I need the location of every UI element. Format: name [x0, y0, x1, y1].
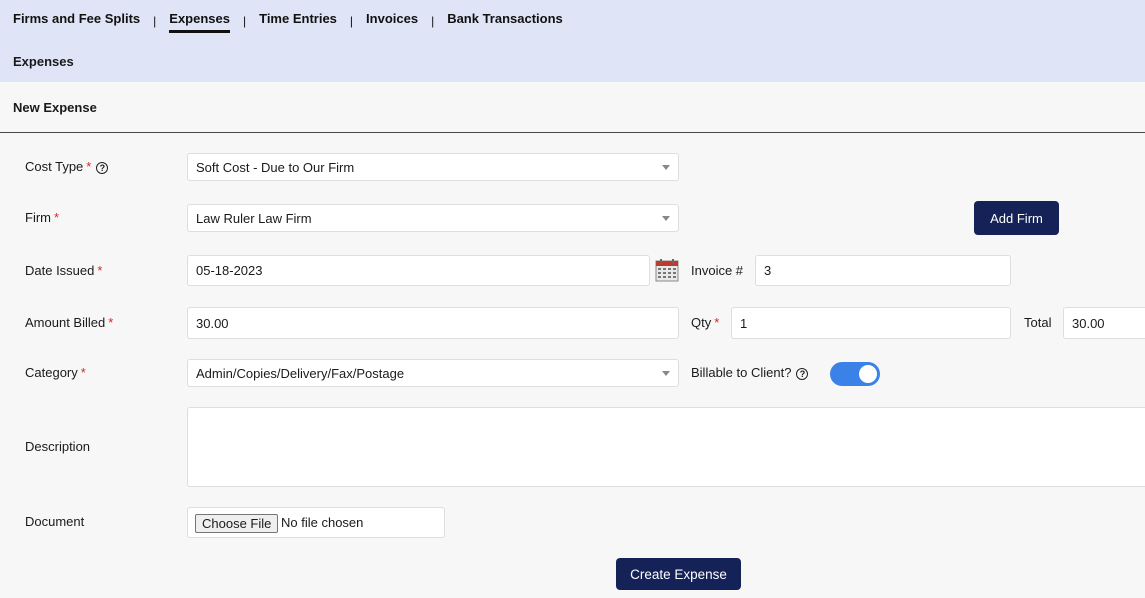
category-label: Category *	[25, 365, 86, 380]
tab-separator: |	[349, 14, 354, 28]
choose-file-button[interactable]: Choose File	[195, 514, 279, 533]
date-issued-input[interactable]: 05-18-2023	[187, 255, 650, 286]
amount-billed-value: 30.00	[196, 315, 229, 331]
tab-bank-transactions[interactable]: Bank Transactions	[447, 11, 563, 27]
top-navigation-bar: Firms and Fee Splits | Expenses | Time E…	[0, 0, 1145, 82]
required-mark: *	[80, 365, 86, 380]
create-expense-button[interactable]: Create Expense	[616, 558, 741, 590]
required-mark: *	[714, 315, 720, 330]
tab-expenses[interactable]: Expenses	[169, 11, 230, 33]
category-select[interactable]: Admin/Copies/Delivery/Fax/Postage	[187, 359, 679, 387]
form-title: New Expense	[13, 100, 97, 115]
page-title: Expenses	[13, 54, 74, 69]
chevron-down-icon	[662, 216, 670, 221]
tab-separator: |	[153, 14, 157, 28]
invoice-label: Invoice #	[691, 263, 744, 278]
total-label: Total	[1024, 315, 1052, 330]
cost-type-value: Soft Cost - Due to Our Firm	[196, 159, 355, 175]
firm-value: Law Ruler Law Firm	[196, 210, 312, 226]
amount-billed-label: Amount Billed *	[25, 315, 113, 330]
tab-separator: |	[431, 14, 435, 28]
tab-invoices[interactable]: Invoices	[366, 11, 418, 27]
file-status-text: No file chosen	[281, 515, 364, 530]
qty-value: 1	[740, 315, 748, 331]
total-input[interactable]: 30.00	[1063, 307, 1145, 339]
tab-firms-fee-splits[interactable]: Firms and Fee Splits	[13, 11, 140, 27]
required-mark: *	[54, 210, 60, 225]
help-icon[interactable]: ?	[796, 368, 809, 380]
date-issued-value: 05-18-2023	[196, 263, 263, 278]
required-mark: *	[97, 263, 103, 278]
tab-time-entries[interactable]: Time Entries	[259, 11, 337, 27]
required-mark: *	[86, 159, 92, 174]
document-file-input: Choose File No file chosen	[187, 507, 445, 538]
description-textarea[interactable]	[187, 407, 1145, 487]
total-value: 30.00	[1072, 315, 1105, 331]
firm-select[interactable]: Law Ruler Law Firm	[187, 204, 679, 232]
date-issued-label: Date Issued *	[25, 263, 102, 278]
date-issued-label-text: Date Issued	[25, 263, 95, 278]
billable-toggle[interactable]	[830, 362, 880, 386]
category-label-text: Category	[25, 365, 78, 380]
cost-type-label-text: Cost Type	[25, 159, 84, 174]
category-value: Admin/Copies/Delivery/Fax/Postage	[196, 365, 405, 381]
firm-label-text: Firm	[25, 210, 51, 225]
description-label: Description	[25, 439, 91, 454]
billable-label: Billable to Client??	[691, 365, 809, 380]
invoice-value: 3	[764, 263, 772, 278]
qty-label-text: Qty	[691, 315, 712, 330]
billable-label-text: Billable to Client?	[691, 365, 792, 380]
calendar-icon[interactable]	[655, 258, 679, 282]
tab-separator: |	[242, 14, 247, 28]
cost-type-select[interactable]: Soft Cost - Due to Our Firm	[187, 153, 679, 181]
form-header: New Expense	[0, 82, 1145, 133]
toggle-knob	[859, 365, 877, 383]
amount-billed-label-text: Amount Billed	[25, 315, 106, 330]
tab-bar: Firms and Fee Splits | Expenses | Time E…	[13, 11, 563, 33]
amount-billed-input[interactable]: 30.00	[187, 307, 679, 339]
qty-label: Qty *	[691, 315, 719, 330]
chevron-down-icon	[662, 165, 670, 170]
invoice-input[interactable]: 3	[755, 255, 1011, 286]
qty-input[interactable]: 1	[731, 307, 1011, 339]
help-icon[interactable]: ?	[96, 162, 109, 174]
cost-type-label: Cost Type *?	[25, 159, 109, 174]
chevron-down-icon	[662, 371, 670, 376]
required-mark: *	[108, 315, 114, 330]
add-firm-button[interactable]: Add Firm	[974, 201, 1059, 235]
firm-label: Firm *	[25, 210, 59, 225]
document-label: Document	[25, 514, 85, 529]
